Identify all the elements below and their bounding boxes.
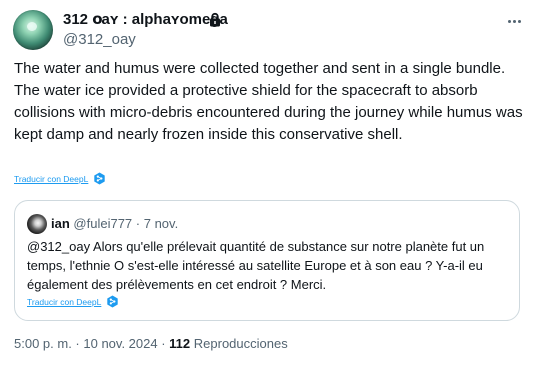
author-handle[interactable]: @312_oay — [63, 30, 136, 50]
quote-header: ian @fulei777 · 7 nov. — [51, 215, 178, 233]
views-label: Reproducciones — [193, 336, 288, 351]
tweet-meta: 5:00 p. m. · 10 nov. 2024 · 112 Reproduc… — [14, 336, 288, 352]
quote-author-name[interactable]: ian — [51, 216, 70, 231]
lock-icon — [210, 12, 220, 27]
more-horizontal-icon[interactable] — [503, 10, 525, 32]
views-count: 112 — [169, 336, 191, 351]
tweet-date[interactable]: 10 nov. 2024 — [83, 336, 157, 351]
author-display-name[interactable]: 312 օаʏ : alphаʏomega — [63, 10, 228, 30]
meta-separator: · — [157, 336, 170, 351]
quote-author-avatar[interactable] — [27, 214, 47, 234]
tweet-text: The water and humus were collected toget… — [14, 60, 527, 143]
quote-text: @312_oay Alors qu'elle prélevait quantit… — [27, 239, 485, 292]
quote-translate: Traducir con DeepL — [27, 295, 119, 308]
quote-date[interactable]: 7 nov. — [144, 216, 178, 231]
deepl-icon — [107, 295, 119, 308]
meta-separator: · — [71, 336, 84, 351]
quoted-tweet[interactable]: ian @fulei777 · 7 nov. @312_oay Alors qu… — [14, 200, 520, 321]
quote-author-handle[interactable]: @fulei777 — [73, 216, 132, 231]
tweet-translate: Traducir con DeepL — [14, 172, 106, 185]
translate-link[interactable]: Traducir con DeepL — [14, 174, 88, 184]
quote-translate-link[interactable]: Traducir con DeepL — [27, 297, 101, 307]
quote-separator: · — [132, 216, 144, 231]
tweet-time[interactable]: 5:00 p. m. — [14, 336, 72, 351]
deepl-icon — [94, 172, 106, 185]
author-avatar[interactable] — [13, 10, 53, 50]
